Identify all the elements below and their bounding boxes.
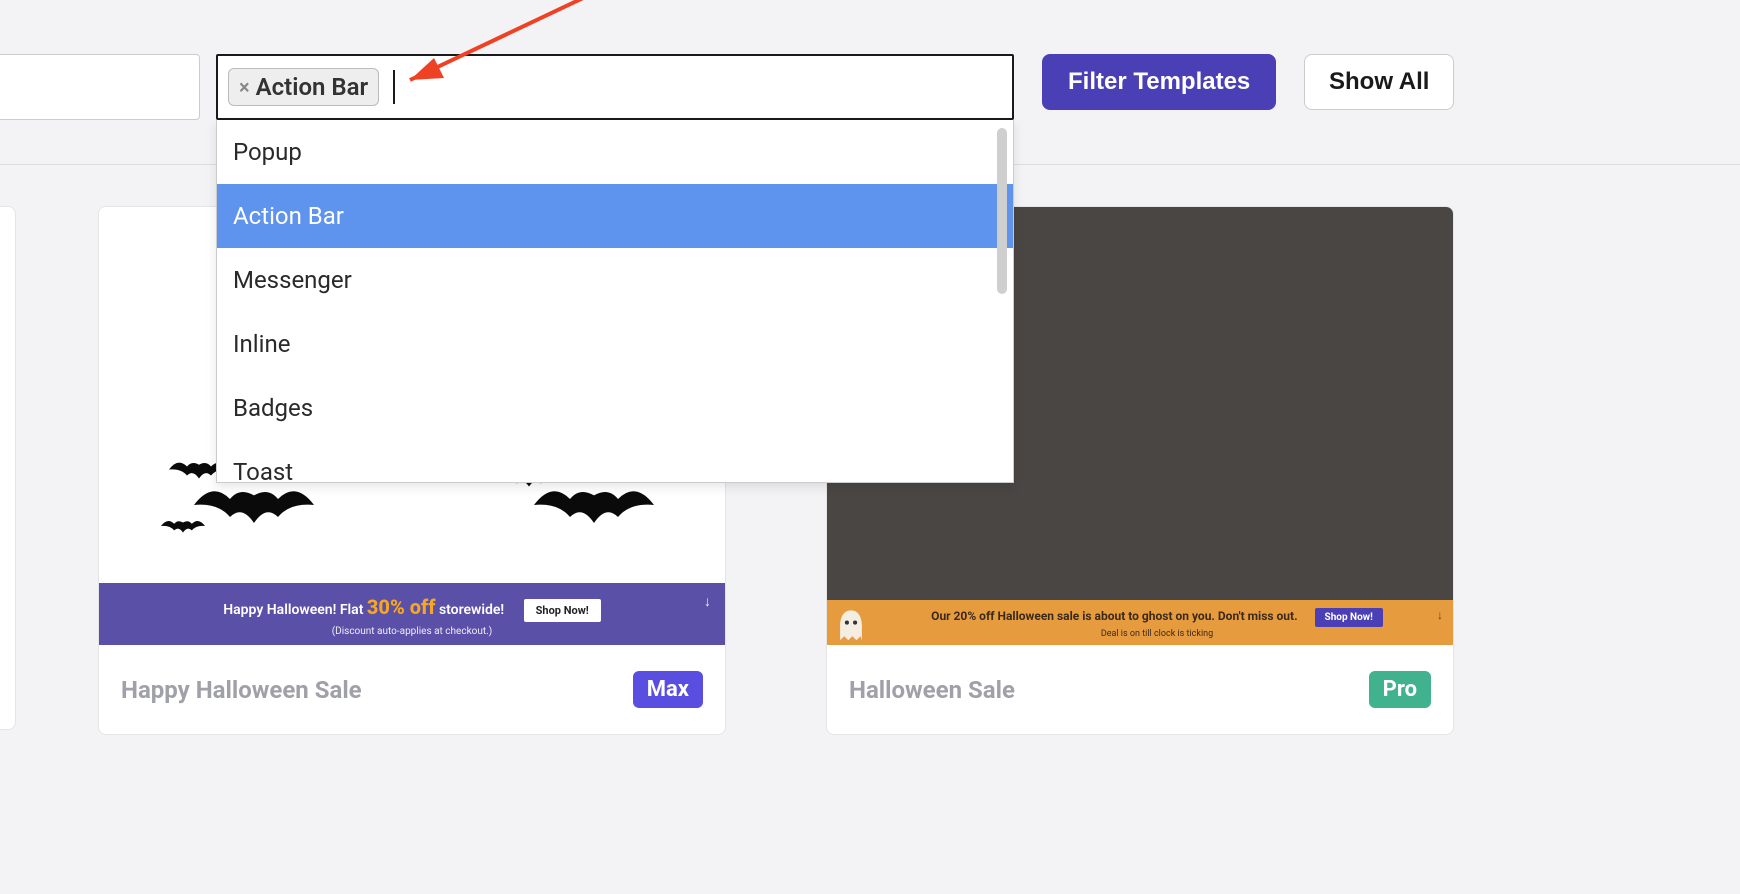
dropdown-option-action-bar[interactable]: Action Bar — [217, 184, 1013, 248]
template-type-dropdown: Popup Action Bar Messenger Inline Badges… — [216, 120, 1014, 483]
bar-highlight: 30% off — [367, 595, 436, 619]
dropdown-option-messenger[interactable]: Messenger — [217, 248, 1013, 312]
ghost-icon — [837, 609, 865, 643]
bar-text-suffix: storewide! — [439, 602, 504, 618]
remove-tag-icon[interactable]: × — [239, 75, 250, 99]
collapse-icon: ↓ — [704, 593, 711, 610]
text-cursor — [393, 70, 395, 104]
dropdown-option-popup[interactable]: Popup — [217, 120, 1013, 184]
selected-tag: × Action Bar — [228, 68, 379, 106]
bar-text-prefix: Happy Halloween! Flat — [223, 602, 367, 618]
dropdown-option-toast[interactable]: Toast — [217, 440, 1013, 482]
dropdown-option-badges[interactable]: Badges — [217, 376, 1013, 440]
bat-icon — [189, 481, 319, 529]
bar-text: Our 20% off Halloween sale is about to g… — [931, 609, 1297, 623]
tier-badge: Pro — [1369, 671, 1431, 708]
card-footer: Happy Halloween Sale Max — [99, 645, 725, 734]
selected-tag-label: Action Bar — [256, 73, 369, 101]
template-title: Happy Halloween Sale — [121, 676, 362, 704]
template-title: Halloween Sale — [849, 676, 1015, 704]
bat-icon — [529, 481, 659, 529]
card-footer: Halloween Sale Pro — [827, 645, 1453, 734]
bar-subtext: (Discount auto-applies at checkout.) — [113, 626, 711, 637]
filter-templates-button[interactable]: Filter Templates — [1042, 54, 1276, 110]
shop-now-button: Shop Now! — [1315, 608, 1383, 627]
collapse-icon: ↓ — [1437, 608, 1443, 622]
shop-now-button: Shop Now! — [524, 599, 601, 622]
bar-subtext: Deal is on till clock is ticking — [875, 629, 1439, 639]
template-type-multiselect[interactable]: × Action Bar — [216, 54, 1014, 120]
tier-badge: Max — [633, 671, 703, 708]
show-all-button[interactable]: Show All — [1304, 54, 1454, 110]
left-filter-input[interactable] — [0, 54, 200, 120]
action-bar-preview: Happy Halloween! Flat 30% off storewide!… — [99, 583, 725, 645]
action-bar-preview: Our 20% off Halloween sale is about to g… — [827, 600, 1453, 645]
dropdown-scrollbar[interactable] — [997, 128, 1007, 294]
bat-icon — [161, 517, 205, 535]
dropdown-option-inline[interactable]: Inline — [217, 312, 1013, 376]
